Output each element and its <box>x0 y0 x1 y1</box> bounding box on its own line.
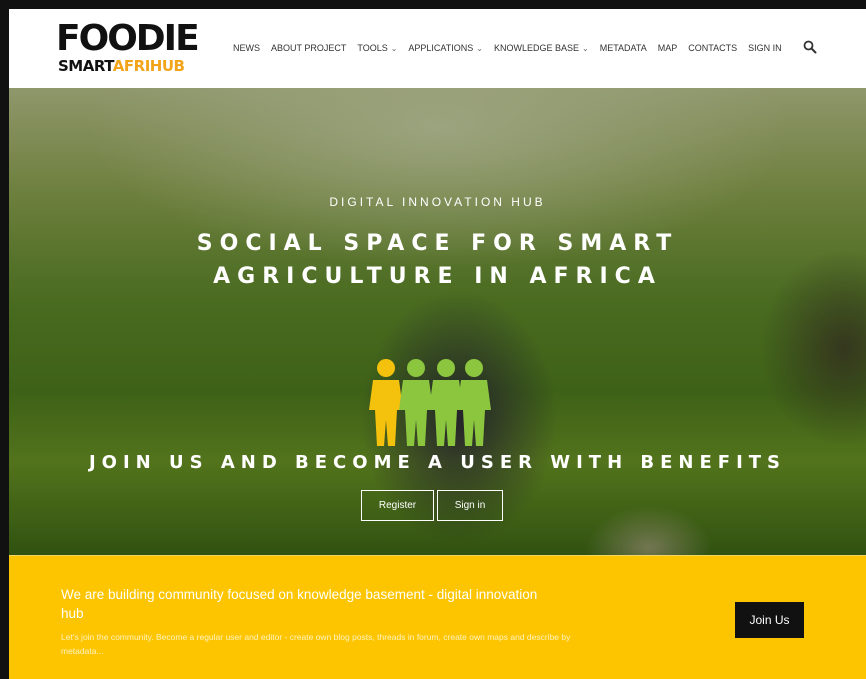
band-title: We are building community focused on kno… <box>61 587 538 621</box>
nav-knowledge-base[interactable]: KNOWLEDGE BASE ⌄ <box>494 43 589 53</box>
sign-in-button[interactable]: Sign in <box>437 490 503 521</box>
nav-about-project[interactable]: ABOUT PROJECT <box>271 43 346 53</box>
nav-tools[interactable]: TOOLS ⌄ <box>357 43 397 53</box>
band-text: Let's join the community. Become a regul… <box>61 632 571 656</box>
chevron-down-icon: ⌄ <box>476 43 483 53</box>
nav-contacts[interactable]: CONTACTS <box>688 43 737 53</box>
nav-applications[interactable]: APPLICATIONS ⌄ <box>408 43 483 53</box>
community-people-icon <box>369 359 491 446</box>
site-header: FOODIE SMARTAFRIHUB NEWS ABOUT PROJECT T… <box>9 9 866 88</box>
community-band: We are building community focused on kno… <box>9 555 866 679</box>
nav-sign-in[interactable]: SIGN IN <box>748 43 782 53</box>
join-heading: JOIN US AND BECOME A USER WITH BENEFITS <box>88 452 787 473</box>
join-us-button[interactable]: Join Us <box>735 602 804 638</box>
chevron-down-icon: ⌄ <box>582 43 589 53</box>
hero-button-row: Register Sign in <box>361 490 503 521</box>
search-icon[interactable] <box>803 40 817 54</box>
nav-metadata[interactable]: METADATA <box>600 43 647 53</box>
hero-title: SOCIAL SPACE FOR SMART AGRICULTURE IN AF… <box>196 231 679 289</box>
logo-wordmark-top: FOODIE <box>56 18 200 59</box>
hero-banner: DIGITAL INNOVATION HUB SOCIAL SPACE FOR … <box>9 88 866 555</box>
nav-news[interactable]: NEWS <box>233 43 260 53</box>
logo-wordmark-bottom: SMARTAFRIHUB <box>58 57 185 75</box>
chevron-down-icon: ⌄ <box>390 43 398 53</box>
nav-map[interactable]: MAP <box>658 43 678 53</box>
site-logo[interactable]: FOODIE SMARTAFRIHUB <box>56 21 206 83</box>
register-button[interactable]: Register <box>361 490 434 521</box>
main-nav: NEWS ABOUT PROJECT TOOLS ⌄ APPLICATIONS ⌄ … <box>233 43 782 53</box>
hero-kicker: DIGITAL INNOVATION HUB <box>329 195 546 209</box>
